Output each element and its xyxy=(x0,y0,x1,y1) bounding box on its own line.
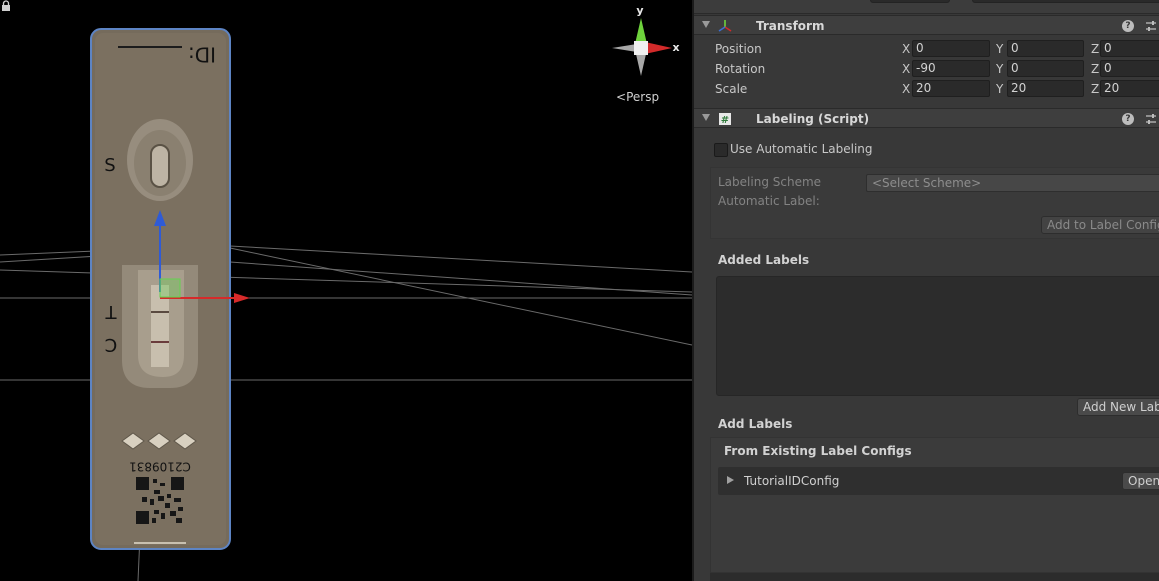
layer-dropdown[interactable] xyxy=(972,0,1159,3)
position-label: Position xyxy=(715,42,762,56)
svg-text:#: # xyxy=(721,115,729,126)
device-lot-code: C2109831 xyxy=(129,460,191,474)
gizmo-y-label: y xyxy=(636,4,643,17)
scale-z-field[interactable]: 20 xyxy=(1100,80,1159,97)
transform-icon xyxy=(718,20,732,32)
scene-canvas[interactable]: ID: S T C C2109831 y x xyxy=(0,0,692,581)
labeling-header[interactable]: # Labeling (Script) ? xyxy=(694,108,1159,128)
label-config-row[interactable]: TutorialIDConfig xyxy=(718,467,1159,495)
use-automatic-labeling-checkbox[interactable] xyxy=(714,143,728,157)
panel-bottom-strip xyxy=(710,573,1159,581)
device-sample-letter: S xyxy=(104,155,115,176)
settings-sliders-icon[interactable] xyxy=(1144,19,1158,33)
foldout-arrow-icon[interactable] xyxy=(702,21,710,28)
inspector-top-strip xyxy=(694,0,1159,14)
automatic-label-label: Automatic Label: xyxy=(718,194,820,208)
rotation-row: Rotation X -90 Y 0 Z 0 xyxy=(694,59,1159,79)
axis-z-label: Z xyxy=(1091,62,1100,76)
add-new-label-button[interactable]: Add New Label xyxy=(1077,398,1159,416)
axis-y-label: Y xyxy=(996,42,1004,56)
labeling-title: Labeling (Script) xyxy=(756,112,870,126)
rotation-z-field[interactable]: 0 xyxy=(1100,60,1159,77)
transform-header[interactable]: Transform ? xyxy=(694,15,1159,35)
inspector-panel: Transform ? Position X 0 Y 0 Z 0 Rotatio… xyxy=(692,0,1159,581)
device-control-letter: C xyxy=(105,334,118,355)
transform-title: Transform xyxy=(756,19,825,33)
scale-x-field[interactable]: 20 xyxy=(912,80,990,97)
added-labels-list[interactable] xyxy=(716,276,1159,396)
expand-arrow-icon[interactable] xyxy=(727,476,734,484)
axis-z-label: Z xyxy=(1091,42,1100,56)
axis-x-label: X xyxy=(902,62,911,76)
axis-z-label: Z xyxy=(1091,82,1100,96)
rotation-y-field[interactable]: 0 xyxy=(1007,60,1084,77)
position-row: Position X 0 Y 0 Z 0 xyxy=(694,39,1159,59)
script-icon: # xyxy=(719,113,731,126)
add-labels-title: Add Labels xyxy=(718,417,793,431)
device-test-letter: T xyxy=(105,301,118,322)
rotation-label: Rotation xyxy=(715,62,766,76)
labeling-scheme-label: Labeling Scheme xyxy=(718,175,822,189)
rotation-x-field[interactable]: -90 xyxy=(912,60,990,77)
open-config-button[interactable]: Open xyxy=(1122,472,1159,490)
from-existing-configs-title: From Existing Label Configs xyxy=(724,444,912,458)
foldout-arrow-icon[interactable] xyxy=(702,114,710,121)
device-id-text: ID: xyxy=(188,43,216,67)
add-to-label-config-button[interactable]: Add to Label Config.. xyxy=(1041,216,1159,234)
position-x-field[interactable]: 0 xyxy=(912,40,990,57)
help-icon[interactable]: ? xyxy=(1122,20,1134,32)
lock-icon[interactable] xyxy=(0,0,12,12)
gizmo-x-label: x xyxy=(672,41,679,54)
scale-row: Scale X 20 Y 20 Z 20 xyxy=(694,79,1159,99)
scale-label: Scale xyxy=(715,82,748,96)
scale-y-field[interactable]: 20 xyxy=(1007,80,1084,97)
perspective-toggle[interactable]: <Persp xyxy=(616,90,659,104)
label-config-name: TutorialIDConfig xyxy=(744,474,840,488)
use-automatic-labeling-label[interactable]: Use Automatic Labeling xyxy=(730,142,873,156)
orientation-gizmo[interactable]: y x xyxy=(612,4,680,76)
position-z-field[interactable]: 0 xyxy=(1100,40,1159,57)
perspective-label: Persp xyxy=(626,90,660,104)
scene-view[interactable]: ID: S T C C2109831 y x <Persp xyxy=(0,0,692,581)
perspective-icon: < xyxy=(616,90,627,104)
labeling-scheme-dropdown[interactable]: <Select Scheme> xyxy=(866,174,1159,192)
axis-y-label: Y xyxy=(996,82,1004,96)
axis-x-label: X xyxy=(902,42,911,56)
tag-dropdown[interactable] xyxy=(870,0,950,3)
axis-y-label: Y xyxy=(996,62,1004,76)
help-icon[interactable]: ? xyxy=(1122,113,1134,125)
position-y-field[interactable]: 0 xyxy=(1007,40,1084,57)
added-labels-title: Added Labels xyxy=(718,253,810,267)
axis-x-label: X xyxy=(902,82,911,96)
settings-sliders-icon[interactable] xyxy=(1144,112,1158,126)
